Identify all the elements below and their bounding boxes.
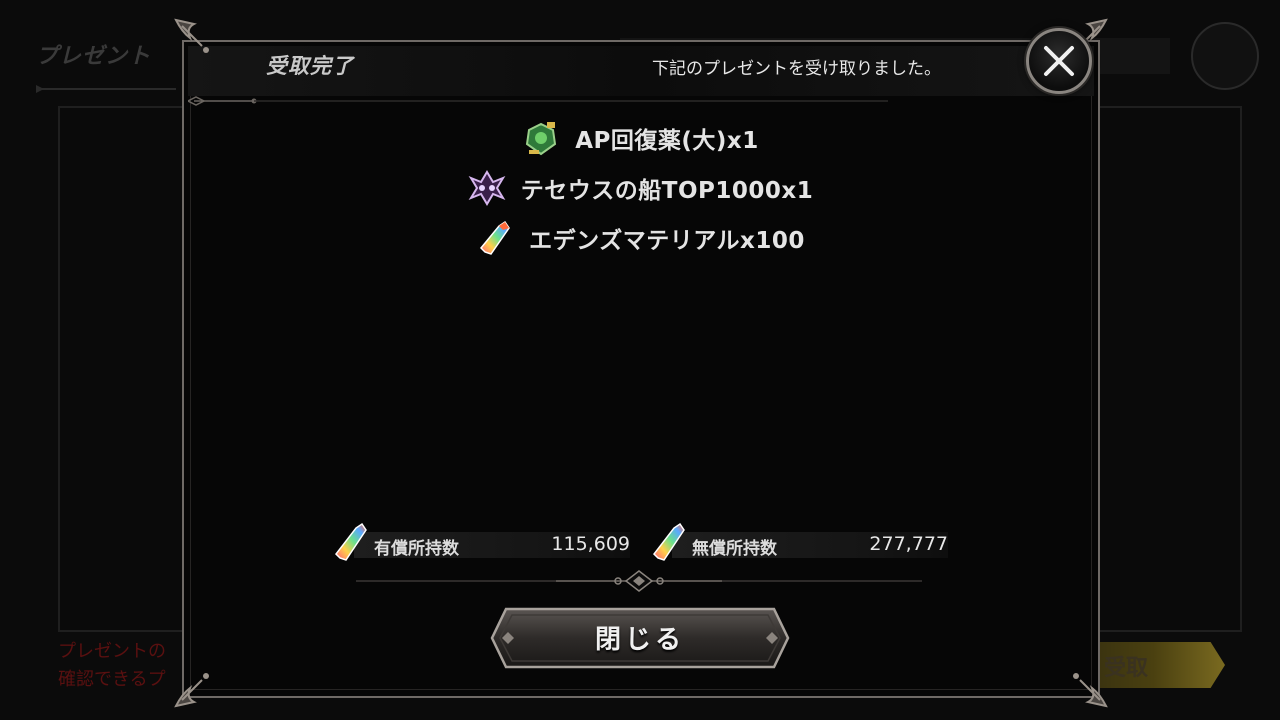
header-divider xyxy=(188,96,888,106)
background-notice-line: プレゼントの xyxy=(58,641,166,662)
background-notice: プレゼントの 確認できるプ xyxy=(58,638,166,694)
rainbow-crystal-icon xyxy=(335,522,367,561)
free-balance-value: 277,777 xyxy=(869,533,948,555)
reward-item: AP回復薬(大)x1 xyxy=(0,118,1280,158)
free-balance: 無償所持数 277,777 xyxy=(650,522,950,561)
background-page-title: プレゼント xyxy=(36,44,152,69)
reward-label: エデンズマテリアルx100 xyxy=(529,228,805,254)
rainbow-crystal-icon xyxy=(653,522,685,561)
background-title-divider xyxy=(36,85,176,93)
background-receive-label: 受取 xyxy=(1104,656,1149,681)
corner-ornament xyxy=(172,662,220,710)
close-button[interactable]: 閉じる xyxy=(490,607,790,669)
dialog-close-button[interactable] xyxy=(1026,28,1092,94)
reward-label: AP回復薬(大)x1 xyxy=(575,128,759,154)
background-close-button xyxy=(1191,22,1259,90)
paid-balance: 有償所持数 115,609 xyxy=(332,522,632,561)
free-balance-label: 無償所持数 xyxy=(692,539,777,559)
close-button-label: 閉じる xyxy=(594,625,685,655)
reward-item: テセウスの船TOP1000x1 xyxy=(0,168,1280,208)
dialog-title: 受取完了 xyxy=(266,54,354,78)
reward-label: テセウスの船TOP1000x1 xyxy=(520,178,814,204)
reward-item: エデンズマテリアルx100 xyxy=(0,218,1280,258)
green-potion-icon xyxy=(526,122,557,156)
background-notice-line: 確認できるプ xyxy=(58,669,166,690)
corner-ornament xyxy=(172,16,220,64)
purple-emblem-icon xyxy=(468,170,506,206)
corner-ornament xyxy=(1062,662,1110,710)
footer-divider xyxy=(356,570,922,592)
close-x-icon xyxy=(1044,46,1074,76)
paid-balance-value: 115,609 xyxy=(551,533,630,555)
dialog-message: 下記のプレゼントを受け取りました。 xyxy=(652,59,941,79)
paid-balance-label: 有償所持数 xyxy=(374,539,459,559)
rainbow-crystal-icon xyxy=(480,220,511,255)
